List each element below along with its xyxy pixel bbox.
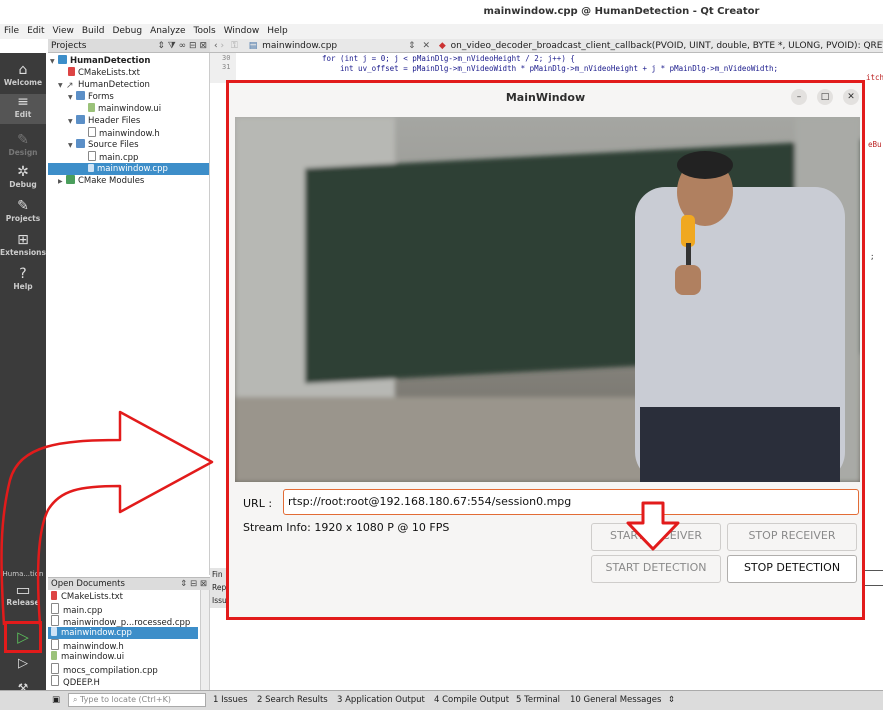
- curved-arrow: [0, 410, 214, 626]
- annotation-overlay: [0, 410, 680, 626]
- down-arrow: [626, 501, 680, 551]
